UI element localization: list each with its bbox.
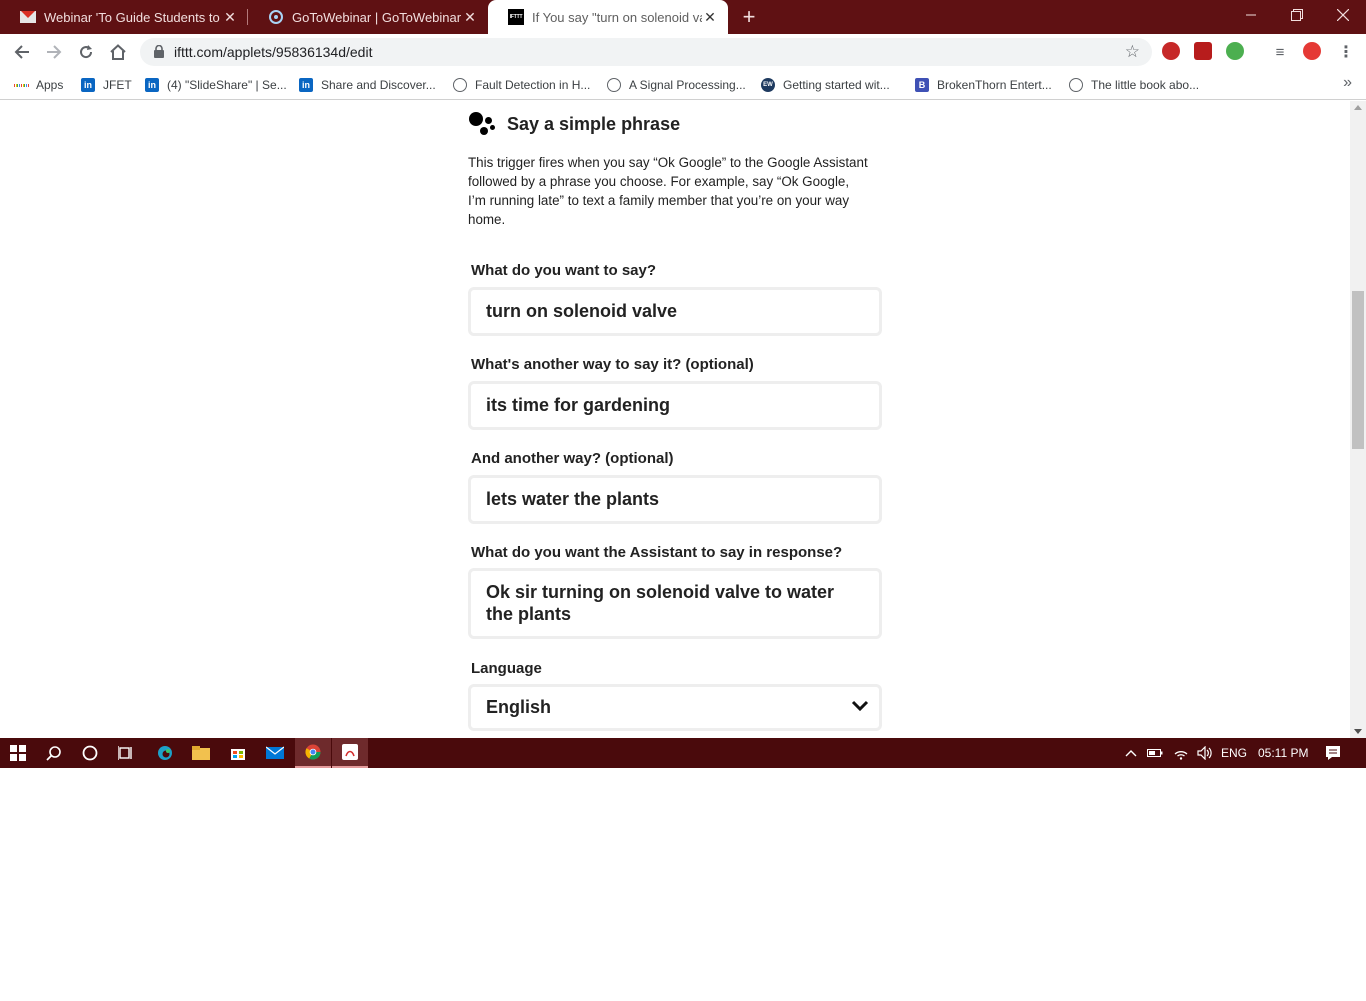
close-tab-icon[interactable]: ✕	[462, 9, 478, 25]
gotowebinar-icon	[268, 9, 284, 25]
pdf-extension-icon[interactable]	[1194, 42, 1212, 60]
blank-area	[0, 768, 1366, 1001]
close-tab-icon[interactable]: ✕	[702, 9, 718, 25]
page-scrollbar[interactable]	[1350, 101, 1366, 738]
minimize-button[interactable]	[1228, 0, 1274, 30]
field-label-response: What do you want the Assistant to say in…	[471, 544, 843, 561]
cortana-icon[interactable]	[72, 738, 108, 768]
tab-title: GoToWebinar | GoToWebinar	[292, 9, 462, 25]
globe-icon	[1069, 78, 1083, 92]
tab-gotowebinar[interactable]: GoToWebinar | GoToWebinar ✕	[248, 0, 488, 34]
bookmark-fault-detection[interactable]: Fault Detection in H...	[453, 76, 590, 94]
address-bar[interactable]: ifttt.com/applets/95836134d/edit ☆	[140, 38, 1152, 66]
home-icon[interactable]	[106, 40, 130, 64]
google-assistant-icon	[468, 111, 498, 137]
chrome-taskbar-icon[interactable]	[295, 738, 331, 768]
close-tab-icon[interactable]: ✕	[222, 9, 238, 25]
linkedin-icon: in	[299, 78, 313, 92]
assistant-response-input[interactable]: Ok sir turning on solenoid valve to wate…	[468, 568, 882, 639]
tab-strip: Webinar 'To Guide Students to Se ✕ GoToW…	[0, 0, 1366, 34]
mail-icon[interactable]	[257, 738, 293, 768]
field-label-another-way: What's another way to say it? (optional)	[471, 356, 754, 373]
browser-toolbar: ifttt.com/applets/95836134d/edit ☆ ≡ ⋮	[0, 34, 1366, 70]
extension-icon[interactable]	[1162, 42, 1180, 60]
bookmark-apps[interactable]: Apps	[14, 76, 63, 94]
bookmark-star-icon[interactable]: ☆	[1125, 42, 1140, 62]
language-selected-value: English	[486, 697, 552, 717]
field-label-say: What do you want to say?	[471, 262, 657, 279]
trigger-title: Say a simple phrase	[507, 114, 681, 134]
tab-title: If You say "turn on solenoid valve	[532, 9, 702, 25]
bookmarks-overflow-icon[interactable]: »	[1343, 74, 1352, 92]
bt-icon: B	[915, 78, 929, 92]
bookmarks-bar: Apps in JFET in (4) "SlideShare" | Se...…	[0, 70, 1366, 100]
say-phrase-input[interactable]: turn on solenoid valve	[468, 287, 882, 336]
bookmark-brokenthorn[interactable]: B BrokenThorn Entert...	[915, 76, 1052, 94]
media-control-icon[interactable]: ≡	[1268, 40, 1292, 64]
url-text: ifttt.com/applets/95836134d/edit	[174, 44, 373, 60]
notifications-icon[interactable]	[1315, 738, 1351, 768]
taskbar-clock[interactable]: 05:11 PM	[1258, 746, 1308, 760]
reload-icon[interactable]	[74, 40, 98, 64]
linkedin-icon: in	[145, 78, 159, 92]
bookmark-share-discover[interactable]: in Share and Discover...	[299, 76, 436, 94]
scroll-up-arrow-icon[interactable]	[1354, 105, 1362, 110]
third-phrase-input[interactable]: lets water the plants	[468, 475, 882, 524]
task-view-icon[interactable]	[108, 738, 144, 768]
bookmark-getting-started[interactable]: EW Getting started wit...	[761, 76, 890, 94]
tab-title: Webinar 'To Guide Students to Se	[44, 9, 222, 25]
tab-ifttt-active[interactable]: IFTTT If You say "turn on solenoid valve…	[488, 0, 728, 34]
extension-icon[interactable]	[1226, 42, 1244, 60]
chevron-down-icon	[851, 700, 869, 712]
field-label-and-another-way: And another way? (optional)	[471, 450, 674, 467]
globe-icon	[453, 78, 467, 92]
windows-start-icon[interactable]	[0, 738, 36, 768]
store-icon[interactable]	[220, 738, 256, 768]
ew-icon: EW	[761, 78, 775, 92]
field-label-language: Language	[471, 660, 542, 677]
forward-arrow-icon[interactable]	[42, 40, 66, 64]
scroll-down-arrow-icon[interactable]	[1354, 729, 1362, 734]
bookmark-slideshare[interactable]: in (4) "SlideShare" | Se...	[145, 76, 287, 94]
close-window-button[interactable]	[1320, 0, 1366, 30]
menu-kebab-icon[interactable]: ⋮	[1334, 40, 1358, 64]
acrobat-taskbar-icon[interactable]	[332, 738, 368, 768]
windows-taskbar: ENG 05:11 PM	[0, 738, 1366, 768]
file-explorer-icon[interactable]	[183, 738, 219, 768]
edge-browser-icon[interactable]	[147, 738, 183, 768]
lock-icon	[154, 45, 164, 58]
gmail-icon	[20, 9, 36, 25]
new-tab-button[interactable]: +	[738, 6, 760, 28]
tab-webinar[interactable]: Webinar 'To Guide Students to Se ✕	[0, 0, 248, 34]
bookmark-signal-processing[interactable]: A Signal Processing...	[607, 76, 746, 94]
input-language-indicator[interactable]: ENG	[1221, 746, 1247, 760]
apps-grid-icon	[14, 78, 28, 92]
search-icon[interactable]	[36, 738, 72, 768]
volume-icon[interactable]	[1190, 738, 1220, 768]
ifttt-icon: IFTTT	[508, 9, 524, 25]
restore-button[interactable]	[1274, 0, 1320, 30]
another-phrase-input[interactable]: its time for gardening	[468, 381, 882, 430]
ifttt-page: Say a simple phrase This trigger fires w…	[0, 101, 1350, 738]
language-select[interactable]: English	[468, 684, 882, 731]
linkedin-icon: in	[81, 78, 95, 92]
trigger-description: This trigger fires when you say “Ok Goog…	[468, 155, 868, 227]
bookmark-jfet[interactable]: in JFET	[81, 76, 132, 94]
profile-avatar[interactable]	[1303, 42, 1321, 60]
scrollbar-thumb[interactable]	[1352, 291, 1364, 449]
globe-icon	[607, 78, 621, 92]
back-arrow-icon[interactable]	[10, 40, 34, 64]
bookmark-little-book[interactable]: The little book abo...	[1069, 76, 1199, 94]
